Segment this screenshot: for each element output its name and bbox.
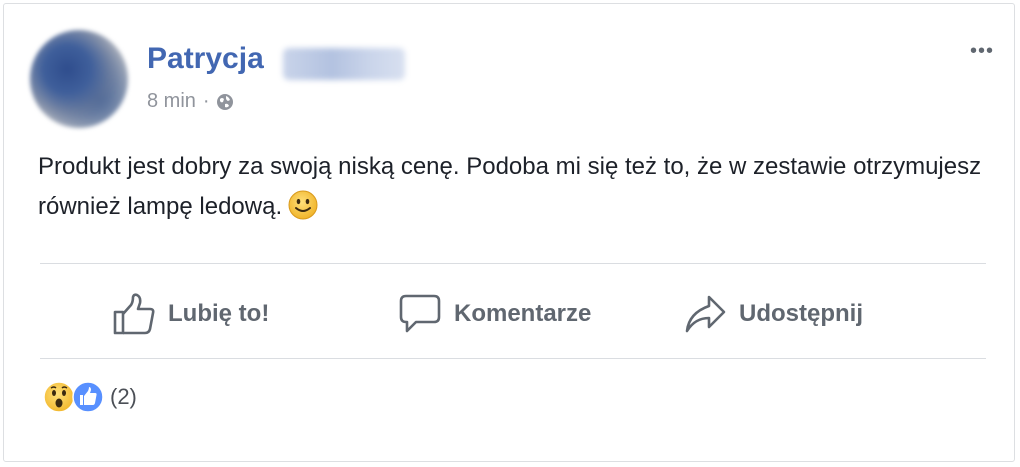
post-body: Produkt jest dobry za swoją niską cenę. … bbox=[38, 147, 1013, 227]
share-arrow-icon bbox=[685, 295, 726, 333]
comment-bubble-icon bbox=[399, 294, 441, 333]
thumbs-up-icon bbox=[113, 293, 155, 335]
comment-button[interactable]: Komentarze bbox=[398, 290, 591, 338]
divider-bottom bbox=[40, 358, 986, 359]
reaction-count[interactable]: (2) bbox=[110, 384, 137, 410]
post-timestamp[interactable]: 8 min bbox=[147, 90, 196, 113]
post-meta: 8 min · bbox=[147, 90, 234, 113]
post-card: Patrycja 8 min · ••• Produkt jest dobry … bbox=[3, 3, 1015, 462]
action-bar: Lubię to! Komentarze Udostępnij bbox=[40, 268, 986, 362]
like-button[interactable]: Lubię to! bbox=[112, 290, 269, 338]
reactions-summary[interactable]: (2) bbox=[43, 381, 137, 413]
wow-reaction-icon bbox=[43, 381, 75, 413]
comment-label: Komentarze bbox=[454, 300, 592, 327]
post-text: Produkt jest dobry za swoją niską cenę. … bbox=[38, 153, 982, 220]
more-options-icon[interactable]: ••• bbox=[970, 40, 994, 63]
author-avatar[interactable] bbox=[30, 30, 128, 128]
redacted-surname bbox=[283, 48, 405, 80]
globe-icon[interactable] bbox=[216, 93, 234, 111]
smile-emoji-icon bbox=[288, 190, 318, 220]
meta-separator: · bbox=[202, 90, 210, 112]
share-label: Udostępnij bbox=[739, 300, 863, 327]
like-label: Lubię to! bbox=[168, 300, 270, 327]
share-button[interactable]: Udostępnij bbox=[683, 290, 863, 338]
divider-top bbox=[40, 263, 986, 264]
like-reaction-icon bbox=[72, 381, 104, 413]
author-name[interactable]: Patrycja bbox=[147, 42, 264, 76]
